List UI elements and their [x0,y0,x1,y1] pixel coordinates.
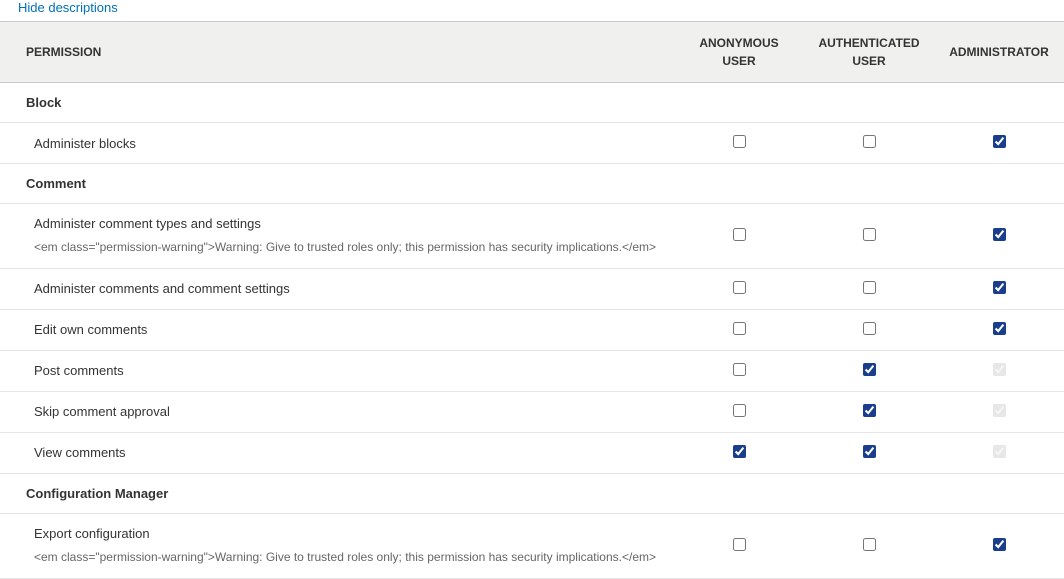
permission-label: View comments [34,445,664,460]
permission-check-cell [674,391,804,432]
header-role-anonymous: ANONYMOUS USER [674,22,804,83]
permission-group-label: Comment [0,164,1064,204]
permission-group-label: Configuration Manager [0,473,1064,513]
permission-row: Skip comment approval [0,391,1064,432]
permission-checkbox[interactable] [863,228,876,241]
permission-cell: Export configuration<em class="permissio… [0,513,674,578]
hide-descriptions-link[interactable]: Hide descriptions [0,0,118,21]
header-role-administrator: ADMINISTRATOR [934,22,1064,83]
permission-check-cell [804,204,934,269]
permission-cell: Administer blocks [0,123,674,164]
permission-group-label: Block [0,83,1064,123]
permission-check-cell [934,513,1064,578]
permission-checkbox[interactable] [863,404,876,417]
permission-check-cell [934,432,1064,473]
permission-checkbox[interactable] [863,445,876,458]
permission-check-cell [674,268,804,309]
permission-check-cell [674,123,804,164]
permission-cell: Skip comment approval [0,391,674,432]
permission-label: Export configuration [34,526,664,541]
header-permission: PERMISSION [0,22,674,83]
permission-cell: Administer comment types and settings<em… [0,204,674,269]
permission-checkbox[interactable] [863,538,876,551]
permission-row: Post comments [0,350,1064,391]
permission-check-cell [804,123,934,164]
permission-row: Export configuration<em class="permissio… [0,513,1064,578]
permission-checkbox[interactable] [733,228,746,241]
permission-label: Edit own comments [34,322,664,337]
permission-check-cell [934,391,1064,432]
permission-checkbox[interactable] [993,538,1006,551]
permission-check-cell [674,309,804,350]
permission-check-cell [674,513,804,578]
permission-checkbox[interactable] [863,363,876,376]
permission-check-cell [674,350,804,391]
permission-check-cell [804,391,934,432]
permission-checkbox [993,445,1006,458]
permission-checkbox[interactable] [733,281,746,294]
permission-check-cell [934,309,1064,350]
permission-checkbox [993,404,1006,417]
permission-checkbox[interactable] [863,135,876,148]
permission-group-row: Comment [0,164,1064,204]
permission-cell: Edit own comments [0,309,674,350]
permission-checkbox [993,363,1006,376]
permission-row: View comments [0,432,1064,473]
permission-check-cell [934,350,1064,391]
permission-row: Administer comment types and settings<em… [0,204,1064,269]
permission-checkbox[interactable] [733,445,746,458]
permission-cell: Administer comments and comment settings [0,268,674,309]
permission-label: Administer comments and comment settings [34,281,664,296]
permission-check-cell [804,268,934,309]
permission-check-cell [804,350,934,391]
permission-label: Administer blocks [34,136,664,151]
permission-row: Edit own comments [0,309,1064,350]
permission-check-cell [934,268,1064,309]
permission-checkbox[interactable] [733,404,746,417]
permission-checkbox[interactable] [993,322,1006,335]
permission-row: Administer blocks [0,123,1064,164]
permission-check-cell [934,204,1064,269]
permissions-table: PERMISSION ANONYMOUS USER AUTHENTICATED … [0,21,1064,579]
permission-checkbox[interactable] [993,281,1006,294]
permission-checkbox[interactable] [733,538,746,551]
permission-checkbox[interactable] [733,363,746,376]
permission-row: Administer comments and comment settings [0,268,1064,309]
header-role-authenticated: AUTHENTICATED USER [804,22,934,83]
permission-label: Skip comment approval [34,404,664,419]
permission-description: <em class="permission-warning">Warning: … [34,541,664,566]
permission-cell: Post comments [0,350,674,391]
permission-group-row: Configuration Manager [0,473,1064,513]
permission-group-row: Block [0,83,1064,123]
permission-check-cell [804,309,934,350]
permission-check-cell [934,123,1064,164]
permission-label: Post comments [34,363,664,378]
permission-description: <em class="permission-warning">Warning: … [34,231,664,256]
permission-label: Administer comment types and settings [34,216,664,231]
permission-checkbox[interactable] [733,135,746,148]
permission-checkbox[interactable] [993,228,1006,241]
permission-check-cell [804,432,934,473]
permission-checkbox[interactable] [993,135,1006,148]
permission-cell: View comments [0,432,674,473]
permission-check-cell [674,204,804,269]
permission-checkbox[interactable] [733,322,746,335]
permission-checkbox[interactable] [863,281,876,294]
permission-check-cell [674,432,804,473]
permission-check-cell [804,513,934,578]
permission-checkbox[interactable] [863,322,876,335]
table-header-row: PERMISSION ANONYMOUS USER AUTHENTICATED … [0,22,1064,83]
